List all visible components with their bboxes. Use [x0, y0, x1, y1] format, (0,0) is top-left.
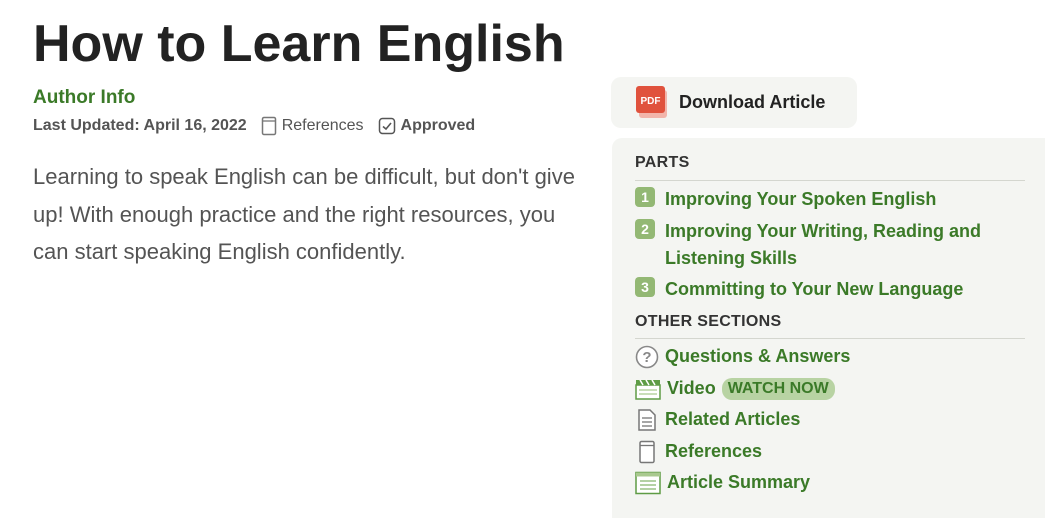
part-label: Committing to Your New Language — [665, 279, 964, 299]
toc-questions-answers[interactable]: ? Questions & Answers — [635, 343, 850, 370]
watch-now-badge[interactable]: WATCH NOW — [721, 377, 835, 400]
part-number: 1 — [635, 187, 655, 207]
author-info-link[interactable]: Author Info — [33, 87, 135, 109]
toc-article-summary[interactable]: Article Summary — [635, 469, 810, 496]
divider — [635, 180, 1025, 181]
summary-icon — [635, 471, 661, 494]
other-sections-heading: OTHER SECTIONS — [635, 313, 782, 330]
section-label: Video — [667, 378, 716, 398]
divider — [635, 338, 1025, 339]
svg-text:?: ? — [642, 349, 651, 366]
book-icon — [639, 440, 655, 463]
clapperboard-icon — [635, 379, 661, 400]
document-icon — [638, 408, 656, 431]
article-intro: Learning to speak English can be difficu… — [33, 164, 575, 264]
section-label: References — [665, 441, 763, 461]
parts-heading: PARTS — [635, 154, 690, 171]
article-meta: Last Updated: April 16, 2022 References … — [33, 116, 475, 136]
approved-label: Approved — [400, 117, 476, 134]
part-label: Improving Your Spoken English — [665, 189, 937, 209]
references-label: References — [281, 117, 364, 134]
section-label: Questions & Answers — [665, 346, 851, 366]
pdf-icon: PDF — [636, 85, 667, 118]
part-number: 3 — [635, 277, 655, 297]
download-article-label: Download Article — [679, 92, 826, 112]
table-of-contents: PARTS 1 Improving Your Spoken English 2 … — [612, 138, 1045, 518]
toc-part-1[interactable]: 1 Improving Your Spoken English — [635, 186, 936, 213]
part-label: Improving Your Writing, Reading and List… — [665, 221, 982, 268]
download-article-button[interactable]: PDF Download Article — [611, 77, 857, 128]
part-number: 2 — [635, 219, 655, 239]
section-label: Article Summary — [667, 472, 811, 492]
page-title: How to Learn English — [33, 15, 565, 73]
toc-video[interactable]: Video WATCH NOW — [635, 375, 835, 402]
question-icon: ? — [635, 345, 659, 368]
book-icon — [261, 116, 276, 136]
toc-part-3[interactable]: 3 Committing to Your New Language — [635, 276, 963, 303]
pdf-icon-text: PDF — [641, 96, 661, 107]
approved-badge[interactable]: Approved — [378, 117, 476, 135]
references-link[interactable]: References — [261, 116, 364, 136]
check-icon — [378, 117, 395, 135]
toc-related-articles[interactable]: Related Articles — [635, 406, 800, 433]
last-updated: Last Updated: April 16, 2022 — [33, 117, 247, 134]
toc-references[interactable]: References — [635, 438, 762, 465]
section-label: Related Articles — [665, 409, 801, 429]
toc-part-2[interactable]: 2 Improving Your Writing, Reading and Li… — [635, 218, 1015, 272]
